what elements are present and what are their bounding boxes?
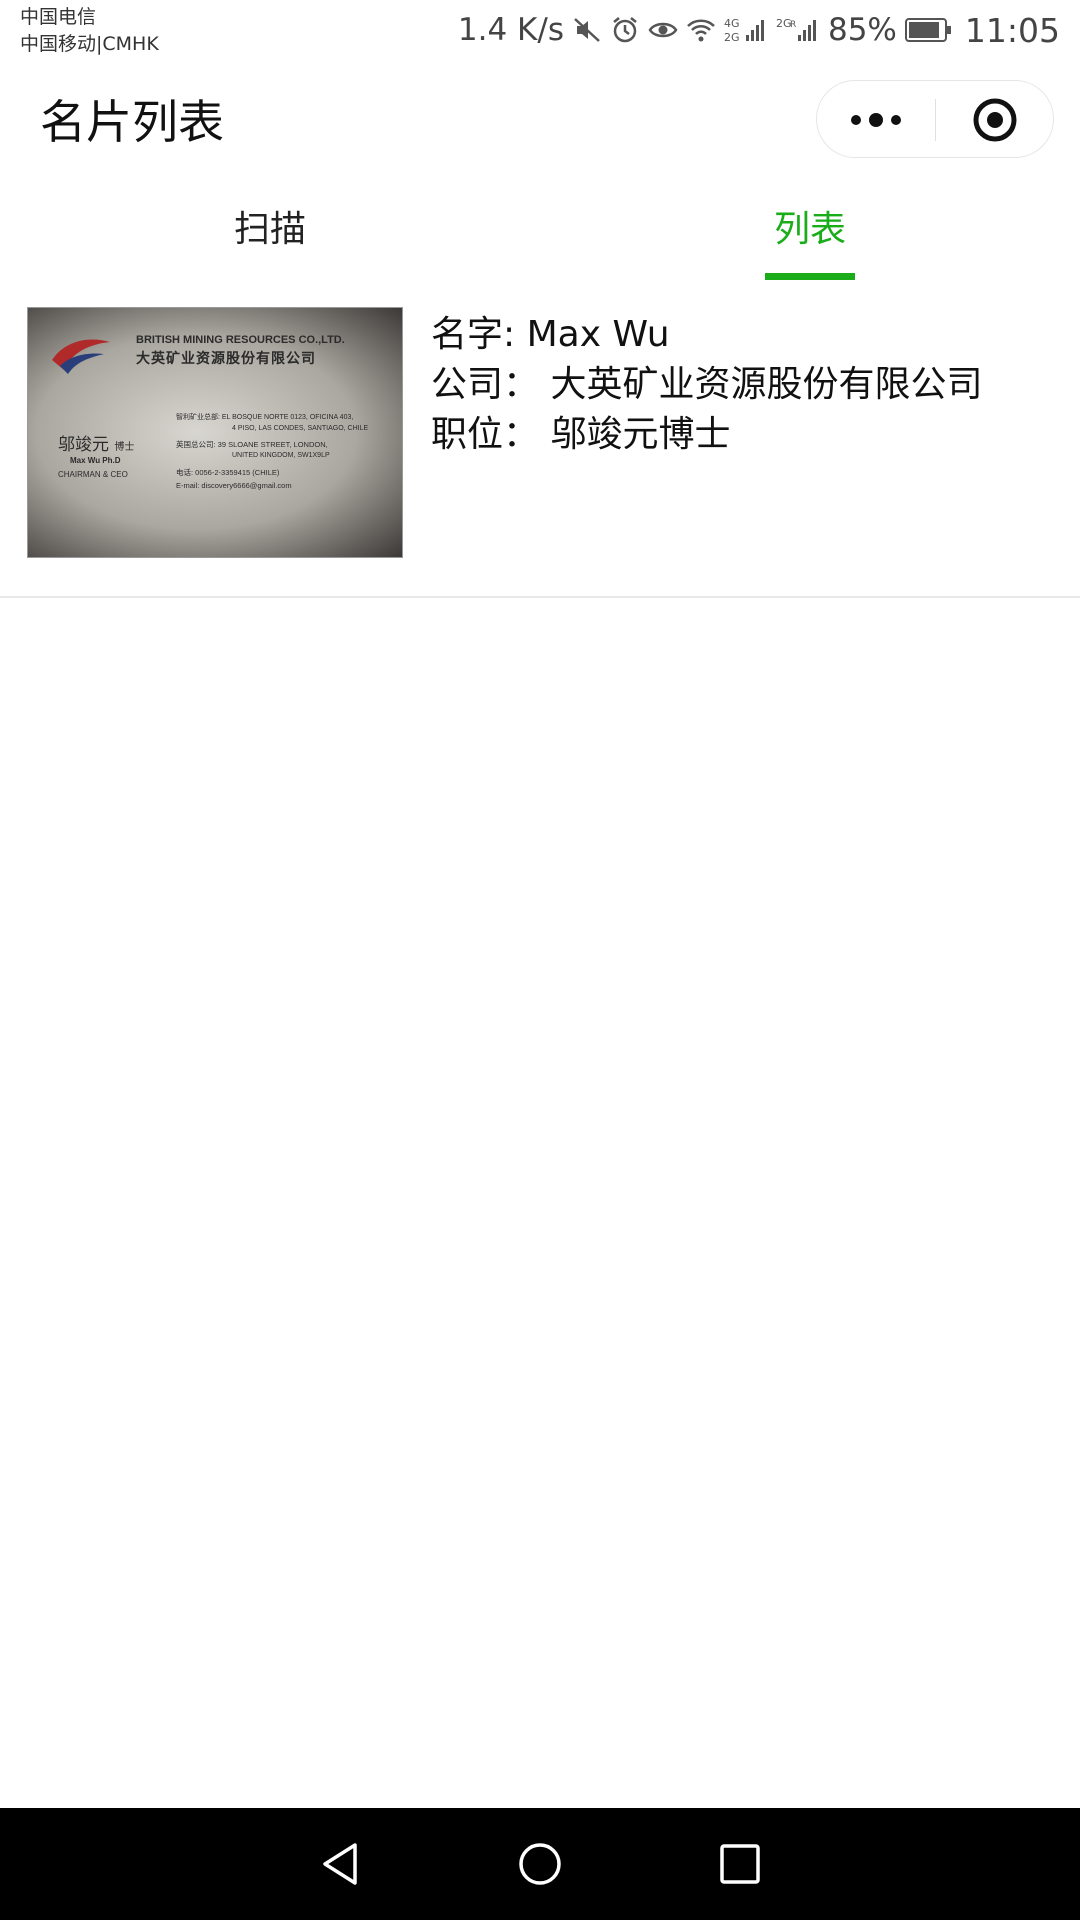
back-button[interactable] <box>312 1836 368 1892</box>
page-title: 名片列表 <box>40 95 224 149</box>
wifi-icon <box>686 15 716 45</box>
company-logo-icon <box>52 339 110 374</box>
alarm-icon <box>610 15 640 45</box>
more-button[interactable] <box>817 81 935 159</box>
back-triangle-icon <box>323 1843 357 1885</box>
thumb-person-en: Max Wu Ph.D <box>70 456 121 465</box>
card-position: 职位： 邬竣元博士 <box>431 414 731 455</box>
screen: 中国电信 中国移动|CMHK 1.4 K/s 4G 2G 2G R 85% 11… <box>0 0 1080 1920</box>
tab-bar: 扫描 列表 <box>0 180 1080 280</box>
signal-2g-icon: 2G R <box>776 15 820 45</box>
mini-program-capsule <box>816 80 1054 158</box>
thumb-phone: 电话: 0056-2-3359415 (CHILE) <box>176 468 280 477</box>
recents-button[interactable] <box>712 1836 768 1892</box>
thumb-addr-2: 4 PISO, LAS CONDES, SANTIAGO, CHILE <box>232 425 369 432</box>
more-dots-icon <box>851 113 901 127</box>
home-button[interactable] <box>512 1836 568 1892</box>
business-card-thumbnail[interactable]: BRITISH MINING RESOURCES CO.,LTD. 大英矿业资源… <box>27 307 403 558</box>
card-name: 名字: Max Wu <box>431 314 670 355</box>
tab-list[interactable]: 列表 <box>540 180 1080 280</box>
net-speed: 1.4 K/s <box>457 12 564 48</box>
thumb-addr-4: UNITED KINGDOM, SW1X9LP <box>232 452 330 459</box>
status-indicators: 1.4 K/s 4G 2G 2G R 85% 11:05 <box>458 8 1060 52</box>
thumb-person-cn: 邬竣元 博士 <box>58 435 135 455</box>
battery-percent: 85% <box>827 12 897 48</box>
eye-icon <box>648 15 678 45</box>
thumb-role: CHAIRMAN & CEO <box>58 470 128 479</box>
clock: 11:05 <box>964 10 1060 50</box>
close-button[interactable] <box>936 81 1054 159</box>
status-bar: 中国电信 中国移动|CMHK 1.4 K/s 4G 2G 2G R 85% 11… <box>0 0 1080 62</box>
carrier-2: 中国移动|CMHK <box>20 33 159 55</box>
svg-text:R: R <box>790 20 796 30</box>
thumb-addr-3: 英国总公司: 39 SLOANE STREET, LONDON, <box>176 440 328 449</box>
svg-text:2G: 2G <box>724 31 740 44</box>
system-nav-bar <box>0 1808 1080 1920</box>
mute-icon <box>572 15 602 45</box>
svg-text:4G: 4G <box>724 17 740 30</box>
carrier-1: 中国电信 <box>20 6 97 28</box>
card-company: 公司： 大英矿业资源股份有限公司 <box>431 364 983 405</box>
thumb-addr-1: 智利矿业总部: EL BOSQUE NORTE 0123, OFICINA 40… <box>176 414 354 421</box>
home-circle-icon <box>519 1843 561 1885</box>
card-info: 名字: Max Wu 公司： 大英矿业资源股份有限公司 职位： 邬竣元博士 <box>431 300 982 460</box>
list-item[interactable]: BRITISH MINING RESOURCES CO.,LTD. 大英矿业资源… <box>0 300 1080 598</box>
battery-icon <box>904 18 953 42</box>
nav-bar: 名片列表 <box>0 62 1080 180</box>
signal-4g-icon: 4G 2G <box>724 15 768 45</box>
target-icon <box>973 98 1017 142</box>
thumb-email: E-mail: discovery6666@gmail.com <box>176 481 292 490</box>
recents-square-icon <box>720 1844 760 1884</box>
tab-scan[interactable]: 扫描 <box>0 180 540 280</box>
thumb-company-en: BRITISH MINING RESOURCES CO.,LTD. <box>136 334 345 346</box>
active-tab-indicator <box>765 273 855 280</box>
thumb-company-cn: 大英矿业资源股份有限公司 <box>136 351 316 367</box>
carrier-info: 中国电信 中国移动|CMHK <box>20 4 159 58</box>
